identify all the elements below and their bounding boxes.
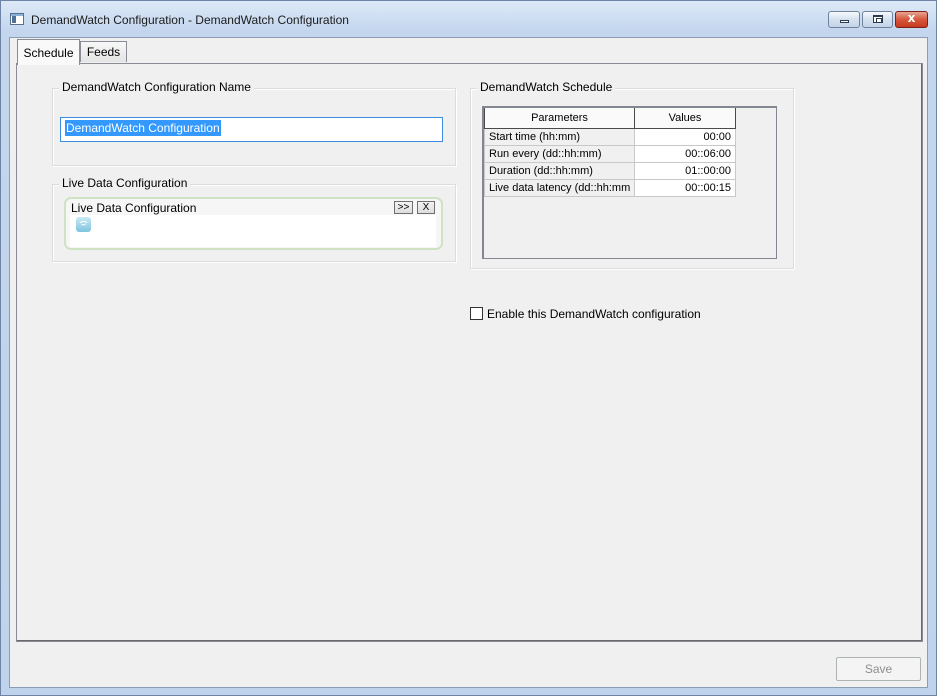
- schedule-table: Parameters Values Start time (hh:mm) 00:…: [484, 108, 736, 197]
- row-value-cell[interactable]: 00:00: [634, 128, 736, 146]
- enable-checkbox-label[interactable]: Enable this DemandWatch configuration: [487, 307, 701, 321]
- save-button[interactable]: Save: [836, 657, 921, 681]
- config-name-group-title: DemandWatch Configuration Name: [59, 80, 254, 94]
- config-name-value: DemandWatch Configuration: [65, 120, 221, 136]
- app-icon: [10, 13, 24, 25]
- table-row: Live data latency (dd::hh:mm 00::00:15: [484, 179, 736, 197]
- close-icon: x: [907, 11, 916, 25]
- schedule-group: DemandWatch Schedule Parameters Values S…: [470, 80, 794, 269]
- row-parameter: Run every (dd::hh:mm): [484, 145, 635, 163]
- remove-button[interactable]: X: [417, 201, 435, 214]
- table-row: Run every (dd::hh:mm) 00::06:00: [484, 145, 736, 163]
- live-data-list[interactable]: [70, 215, 436, 247]
- row-parameter: Duration (dd::hh:mm): [484, 162, 635, 180]
- column-header-values[interactable]: Values: [634, 108, 736, 129]
- expand-button[interactable]: >>: [394, 201, 413, 214]
- window-title: DemandWatch Configuration - DemandWatch …: [31, 13, 349, 27]
- row-parameter: Live data latency (dd::hh:mm: [484, 179, 635, 197]
- table-row: Duration (dd::hh:mm) 01::00:00: [484, 162, 736, 180]
- tab-schedule[interactable]: Schedule: [17, 39, 80, 65]
- app-window: DemandWatch Configuration - DemandWatch …: [0, 0, 937, 696]
- data-feed-icon: [76, 217, 91, 232]
- row-value-cell[interactable]: 00::00:15: [634, 179, 736, 197]
- schedule-grid[interactable]: Parameters Values Start time (hh:mm) 00:…: [482, 106, 777, 259]
- minimize-button[interactable]: [828, 11, 860, 28]
- row-value-cell[interactable]: 00::06:00: [634, 145, 736, 163]
- tab-feeds[interactable]: Feeds: [80, 41, 127, 62]
- maximize-button[interactable]: [862, 11, 893, 28]
- row-parameter: Start time (hh:mm): [484, 128, 635, 146]
- enable-checkbox[interactable]: [470, 307, 483, 320]
- row-value-cell[interactable]: 01::00:00: [634, 162, 736, 180]
- live-data-group: Live Data Configuration Live Data Config…: [52, 176, 456, 262]
- maximize-icon: [873, 15, 883, 23]
- schedule-group-title: DemandWatch Schedule: [477, 80, 616, 94]
- client-area: Schedule Feeds DemandWatch Configuration…: [9, 37, 928, 688]
- config-name-group: DemandWatch Configuration Name DemandWat…: [52, 80, 456, 166]
- close-button[interactable]: x: [895, 11, 928, 28]
- title-bar[interactable]: DemandWatch Configuration - DemandWatch …: [1, 1, 936, 37]
- schedule-tab-panel: DemandWatch Configuration Name DemandWat…: [16, 63, 923, 642]
- table-row: Start time (hh:mm) 00:00: [484, 128, 736, 146]
- config-name-input[interactable]: DemandWatch Configuration: [60, 117, 443, 142]
- live-data-group-title: Live Data Configuration: [59, 176, 191, 190]
- live-data-panel: Live Data Configuration >> X: [64, 197, 443, 250]
- minimize-icon: [840, 20, 849, 23]
- live-data-panel-title: Live Data Configuration: [71, 201, 197, 215]
- column-header-parameters[interactable]: Parameters: [484, 108, 635, 129]
